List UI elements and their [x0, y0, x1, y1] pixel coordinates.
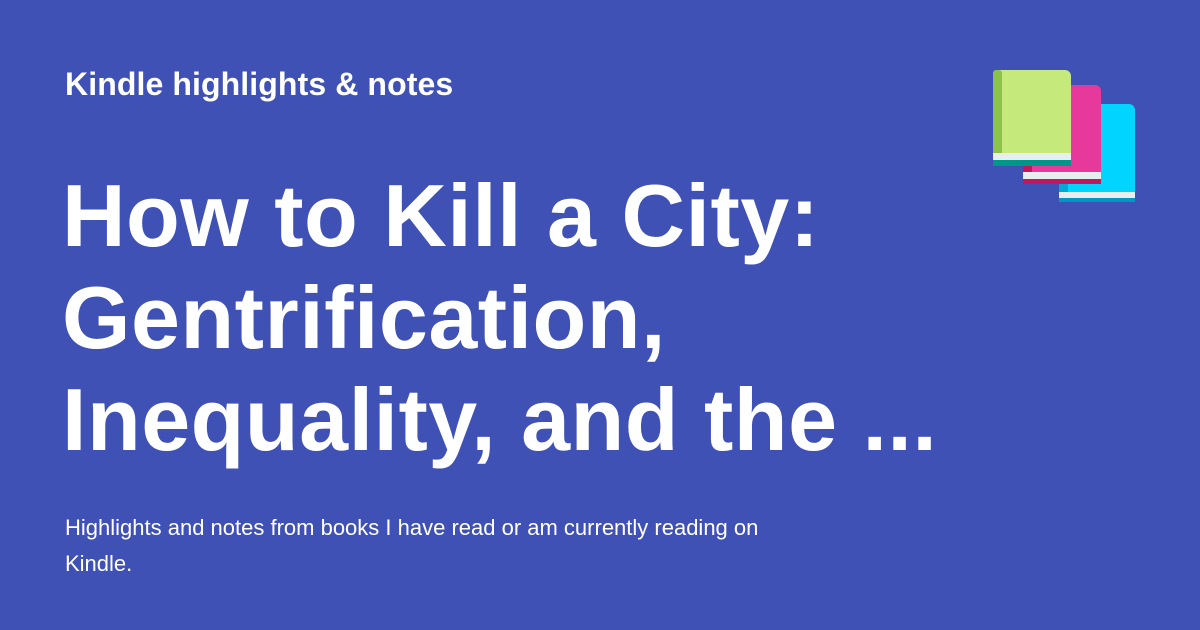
- description-text: Highlights and notes from books I have r…: [65, 515, 759, 576]
- book-front: [993, 70, 1071, 166]
- books-icon: [993, 70, 1135, 202]
- social-card: Kindle highlights & notes How to Kill a …: [0, 0, 1200, 630]
- page-title: How to Kill a City: Gentrification, Ineq…: [62, 166, 938, 469]
- eyebrow-title: Kindle highlights & notes: [65, 66, 454, 102]
